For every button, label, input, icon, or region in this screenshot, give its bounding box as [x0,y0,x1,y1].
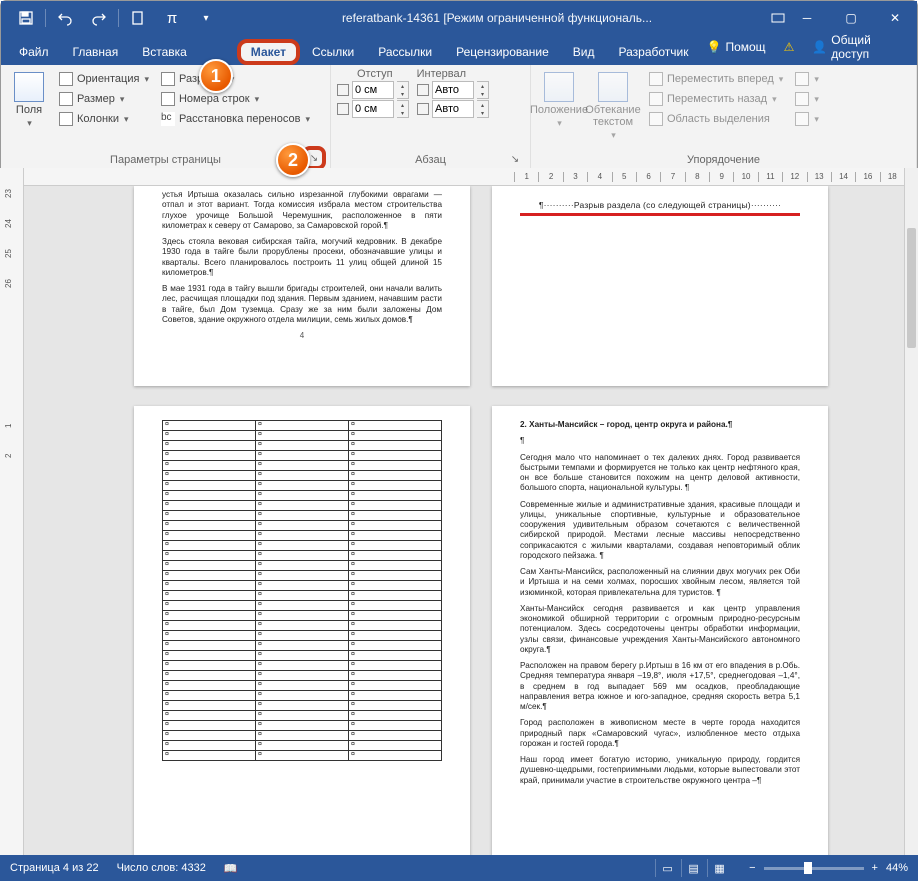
status-bar: Страница 4 из 22 Число слов: 4332 📖 ▭ ▤ … [0,855,918,881]
group-label-arrange: Упорядочение [537,152,910,168]
zoom-control[interactable]: − + 44% [749,862,908,874]
line-numbers-button[interactable]: Номера строк▾ [157,90,314,108]
group-paragraph: Отступ Интервал ▴▾ ▴▾ ▴▾ ▴▾ Абзац ↘ [331,65,531,168]
save-icon[interactable] [9,1,43,35]
tab-developer[interactable]: Разработчик [607,39,701,65]
indent-right[interactable]: ▴▾ [337,100,409,118]
document-viewport[interactable]: 12345678910111213141618 устья Иртыша ока… [24,168,918,855]
breaks-button[interactable]: Разрывы▾ [157,70,314,88]
scrollbar-thumb[interactable] [907,228,916,348]
tab-view[interactable]: Вид [561,39,607,65]
tab-references[interactable]: Ссылки [300,39,366,65]
tab-mailings[interactable]: Рассылки [366,39,444,65]
pi-icon[interactable]: π [155,1,189,35]
page-4-bottom: устья Иртыша оказалась сильно изрезанной… [134,186,470,386]
spacing-before[interactable]: ▴▾ [417,81,489,99]
ribbon-options-icon[interactable] [771,11,785,25]
rotate-button[interactable]: ▾ [791,110,823,128]
wrap-text-button[interactable]: Обтекание текстом▾ [585,68,641,152]
tell-me[interactable]: 💡Помощ [701,36,772,58]
ribbon-tabs: Файл Главная Вставка 1 Макет Ссылки Расс… [1,35,917,65]
page-6: ¤¤¤¤¤¤¤¤¤¤¤¤¤¤¤¤¤¤¤¤¤¤¤¤¤¤¤¤¤¤¤¤¤¤¤¤¤¤¤¤… [134,406,470,855]
orientation-button[interactable]: Ориентация▾ [55,70,153,88]
view-buttons: ▭ ▤ ▦ [655,859,731,877]
vertical-ruler: 23 24 25 26 1 2 [0,168,24,855]
bring-forward-button[interactable]: Переместить вперед▾ [645,70,787,88]
selection-pane-button[interactable]: Область выделения [645,110,787,128]
view-read-icon[interactable]: ▭ [655,859,679,877]
position-button[interactable]: Положение▾ [537,68,581,152]
callout-marker-2: 2 [276,143,310,177]
page-5: ¶··········Разрыв раздела (со следующей … [492,186,828,386]
view-print-icon[interactable]: ▤ [681,859,705,877]
section-break-text: ¶··········Разрыв раздела (со следующей … [520,200,800,211]
columns-button[interactable]: Колонки▾ [55,110,153,128]
redo-icon[interactable] [82,1,116,35]
qat-customize-icon[interactable]: ▾ [189,1,223,35]
group-label-paragraph: Абзац ↘ [337,152,524,168]
indent-label: Отступ [357,68,393,80]
zoom-out-icon[interactable]: − [749,862,755,874]
ribbon: Поля▾ Ориентация▾ Размер▾ Колонки▾ Разры… [1,65,917,169]
group-button[interactable]: ▾ [791,90,823,108]
tab-home[interactable]: Главная [61,39,131,65]
undo-icon[interactable] [48,1,82,35]
status-proofing-icon[interactable]: 📖 [224,862,238,875]
spacing-after[interactable]: ▴▾ [417,100,489,118]
quick-access-toolbar: π ▾ [1,1,223,35]
group-arrange: Положение▾ Обтекание текстом▾ Переместит… [531,65,917,168]
send-backward-button[interactable]: Переместить назад▾ [645,90,787,108]
indent-left[interactable]: ▴▾ [337,81,409,99]
callout-marker-1: 1 [199,59,233,93]
horizontal-ruler: 12345678910111213141618 [24,168,904,186]
margins-button[interactable]: Поля▾ [7,68,51,152]
document-area: 23 24 25 26 1 2 12345678910111213141618 … [0,168,918,855]
warning-icon[interactable]: ⚠ [778,36,801,58]
status-page[interactable]: Страница 4 из 22 [10,862,99,874]
vertical-scrollbar[interactable] [904,168,918,855]
tab-insert[interactable]: Вставка [130,39,199,65]
document-table: ¤¤¤¤¤¤¤¤¤¤¤¤¤¤¤¤¤¤¤¤¤¤¤¤¤¤¤¤¤¤¤¤¤¤¤¤¤¤¤¤… [162,420,442,761]
view-web-icon[interactable]: ▦ [707,859,731,877]
section-break-underline [520,213,800,216]
window-title: referatbank-14361 [Режим ограниченной фу… [223,11,771,25]
zoom-slider[interactable] [764,867,864,870]
zoom-value[interactable]: 44% [886,862,908,874]
status-word-count[interactable]: Число слов: 4332 [117,862,206,874]
share-button[interactable]: 👤Общий доступ [806,29,907,65]
page-7: 2. Ханты-Мансийск – город, центр округа … [492,406,828,855]
spacing-label: Интервал [417,68,466,80]
tab-file[interactable]: Файл [7,39,61,65]
zoom-in-icon[interactable]: + [872,862,878,874]
hyphenation-button[interactable]: bcРасстановка переносов▾ [157,110,314,128]
paragraph-launcher[interactable]: ↘ [508,152,522,166]
tab-review[interactable]: Рецензирование [444,39,561,65]
align-button[interactable]: ▾ [791,70,823,88]
tab-layout[interactable]: Макет [237,39,300,65]
new-doc-icon[interactable] [121,1,155,35]
size-button[interactable]: Размер▾ [55,90,153,108]
